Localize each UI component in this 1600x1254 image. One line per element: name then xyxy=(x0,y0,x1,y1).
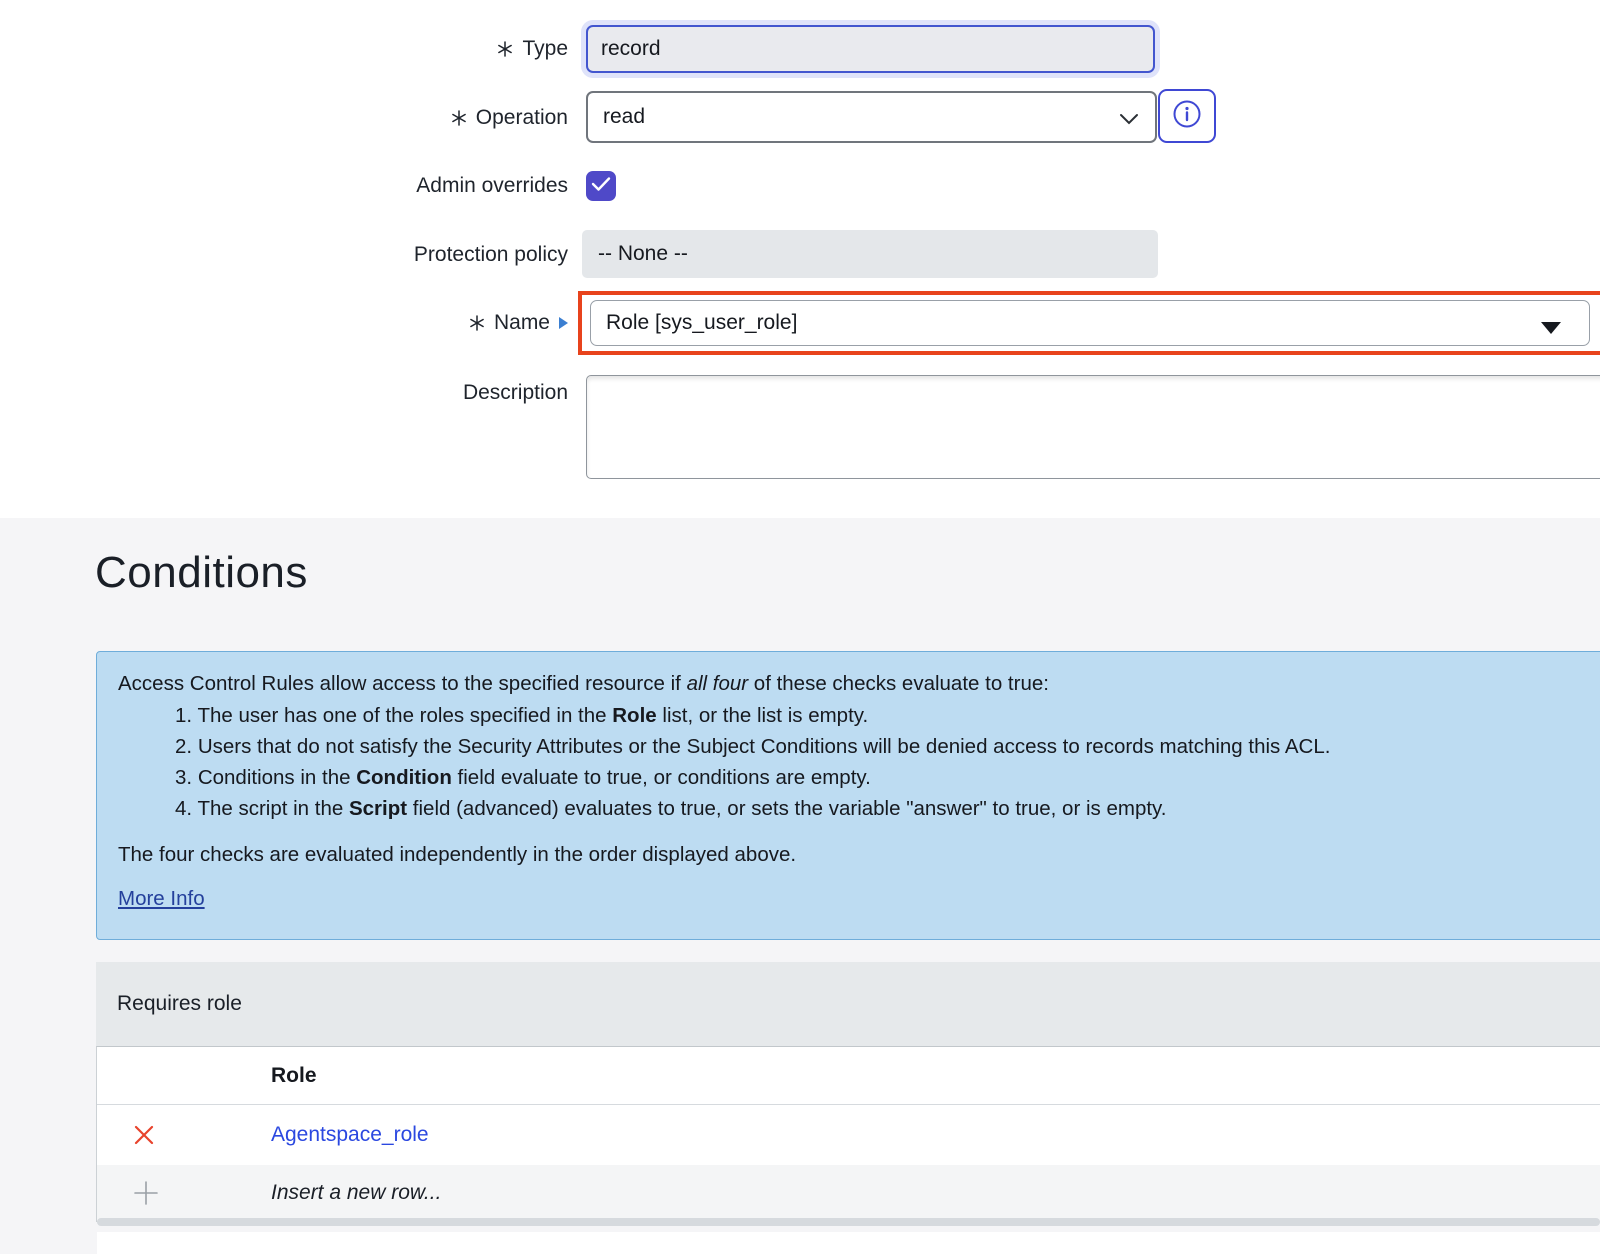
role-link[interactable]: Agentspace_role xyxy=(271,1123,429,1146)
admin-overrides-checkbox[interactable] xyxy=(586,171,616,201)
acl-check-item-2: Users that do not satisfy the Security A… xyxy=(175,731,1595,762)
reference-arrow-icon xyxy=(559,317,568,329)
operation-label-text: Operation xyxy=(476,106,568,130)
mandatory-star-icon xyxy=(451,110,467,126)
requires-role-header: Requires role xyxy=(96,962,1600,1046)
mandatory-star-icon xyxy=(497,41,513,57)
operation-info-button[interactable] xyxy=(1158,89,1216,143)
conditions-section: Conditions Access Control Rules allow ac… xyxy=(0,518,1600,1254)
acl-check-item-4: The script in the Script field (advanced… xyxy=(175,793,1595,824)
role-column-header: Role xyxy=(271,1064,317,1088)
table-row: Agentspace_role xyxy=(97,1105,1600,1165)
type-label: Type xyxy=(0,34,568,64)
checkmark-icon xyxy=(591,176,611,197)
name-select[interactable]: Role [sys_user_role] xyxy=(590,300,1590,346)
insert-row-label: Insert a new row... xyxy=(271,1181,441,1204)
operation-selected-value: read xyxy=(603,105,645,128)
operation-select[interactable]: read xyxy=(586,91,1157,143)
info-footer: The four checks are evaluated independen… xyxy=(118,840,1595,870)
insert-new-row[interactable]: Insert a new row... xyxy=(97,1165,1600,1222)
description-textarea[interactable] xyxy=(586,375,1600,479)
type-field[interactable]: record xyxy=(586,25,1155,73)
requires-role-header-text: Requires role xyxy=(117,992,242,1016)
acl-rules-info-box: Access Control Rules allow access to the… xyxy=(96,651,1600,940)
conditions-heading: Conditions xyxy=(95,548,308,598)
protection-policy-field: -- None -- xyxy=(582,230,1158,278)
acl-check-item-3: Conditions in the Condition field evalua… xyxy=(175,762,1595,793)
requires-role-table: Role Agentspace_role xyxy=(96,1046,1600,1222)
protection-policy-label: Protection policy xyxy=(0,240,568,270)
name-selected-value: Role [sys_user_role] xyxy=(606,311,797,335)
protection-policy-label-text: Protection policy xyxy=(414,243,568,267)
mandatory-star-icon xyxy=(469,315,485,331)
name-label-text: Name xyxy=(494,311,550,335)
name-label: Name xyxy=(0,308,568,338)
info-intro: Access Control Rules allow access to the… xyxy=(118,669,1595,699)
table-header-row: Role xyxy=(97,1047,1600,1105)
horizontal-scrollbar[interactable] xyxy=(97,1218,1600,1226)
admin-overrides-label-text: Admin overrides xyxy=(416,174,568,198)
acl-checks-list: The user has one of the roles specified … xyxy=(118,700,1595,824)
more-info-link[interactable]: More Info xyxy=(118,887,205,911)
acl-form-screen: Type record Operation read Admin overrid… xyxy=(0,0,1600,1254)
acl-check-item-1: The user has one of the roles specified … xyxy=(175,700,1595,731)
admin-overrides-label: Admin overrides xyxy=(0,171,568,201)
next-section-edge xyxy=(97,1232,1600,1254)
chevron-down-icon xyxy=(1119,113,1139,125)
delete-row-icon[interactable] xyxy=(132,1123,156,1147)
type-label-text: Type xyxy=(522,37,568,61)
caret-down-icon xyxy=(1541,322,1561,334)
description-label: Description xyxy=(0,378,568,408)
name-field-highlight-annotation: Role [sys_user_role] xyxy=(578,291,1600,355)
operation-label: Operation xyxy=(0,103,568,133)
acl-form: Type record Operation read Admin overrid… xyxy=(0,0,1600,518)
info-icon xyxy=(1172,99,1202,134)
add-row-icon xyxy=(132,1179,160,1207)
description-label-text: Description xyxy=(463,381,568,405)
